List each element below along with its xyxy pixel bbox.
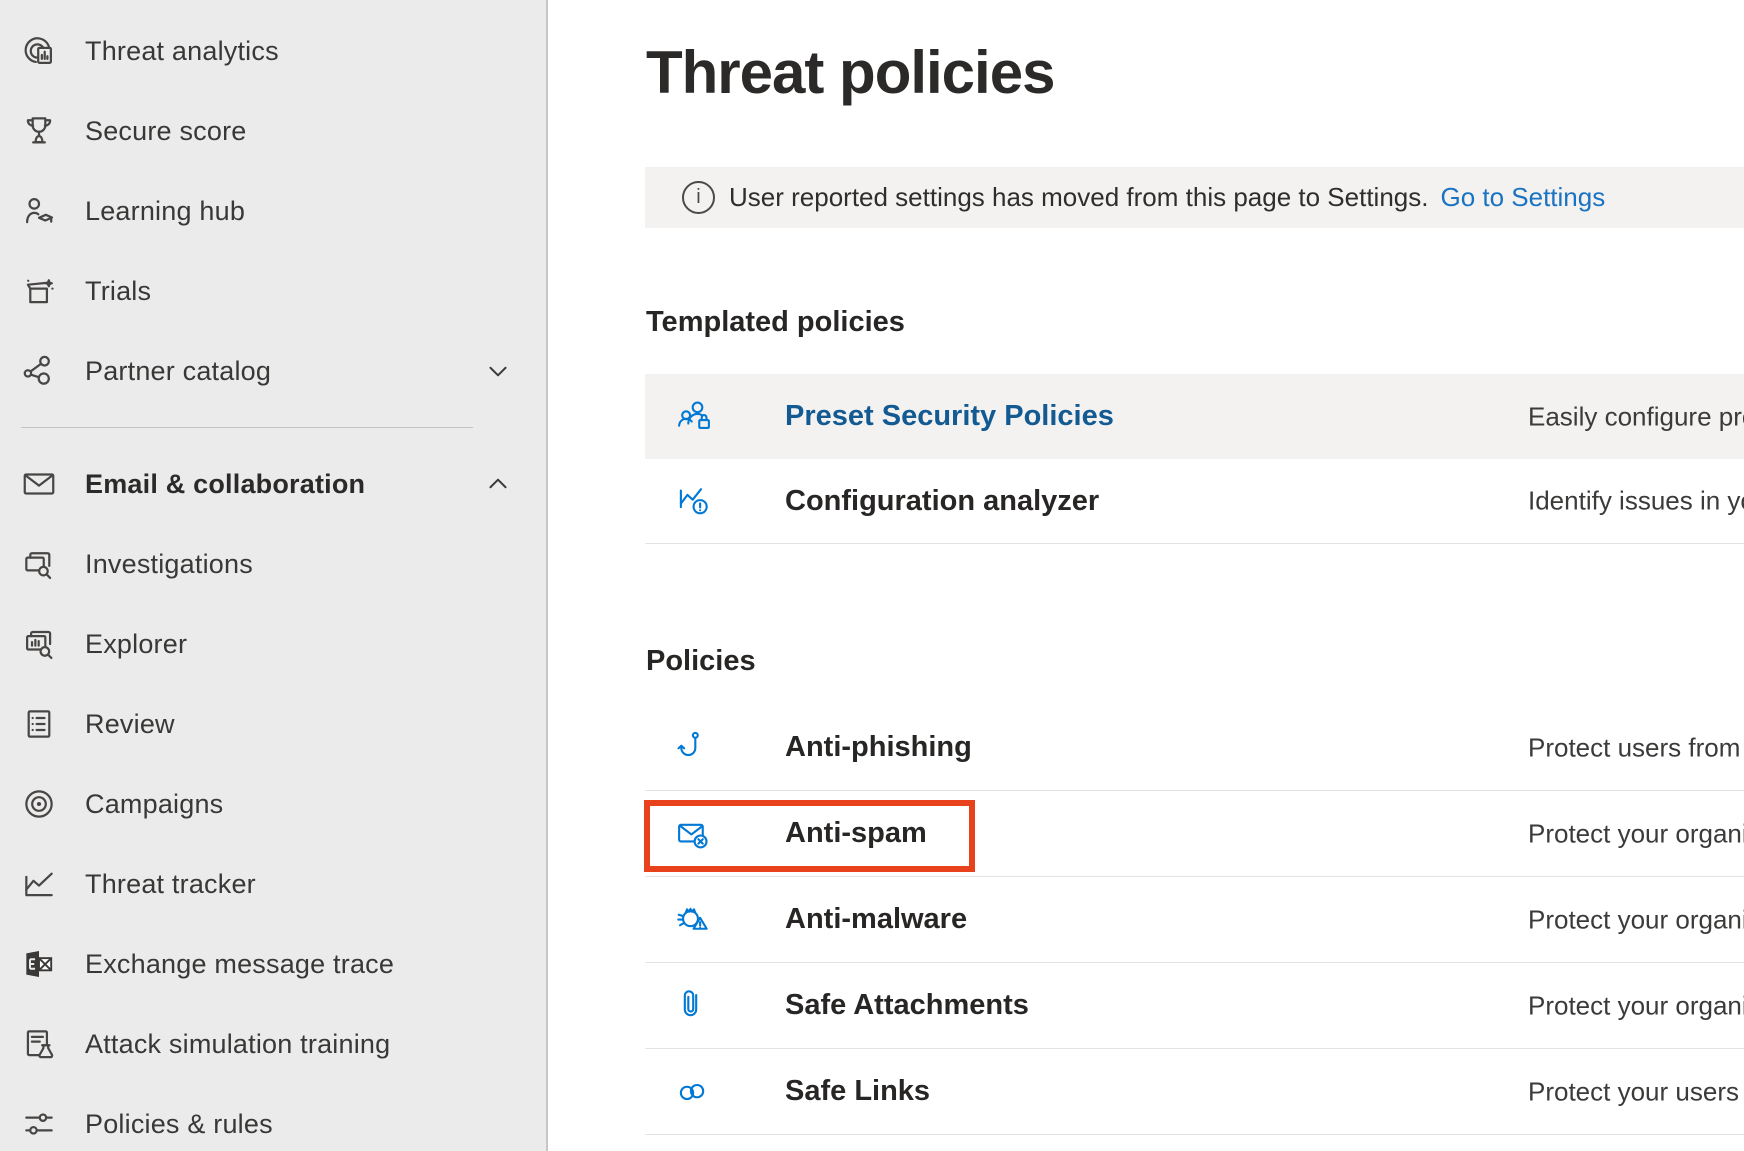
row-description: Easily configure prot [1528,401,1744,432]
sidebar-item-label: Investigations [85,549,253,580]
policies-rules-icon [20,1105,58,1143]
investigations-icon [20,545,58,583]
sidebar-item-label: Exchange message trace [85,949,394,980]
sidebar-item-label: Partner catalog [85,356,271,387]
safe-links-icon [673,1071,715,1113]
row-preset-security-policies[interactable]: Preset Security Policies Easily configur… [645,374,1744,459]
sidebar-item-threat-tracker[interactable]: Threat tracker [0,844,546,924]
sidebar-item-secure-score[interactable]: Secure score [0,91,546,171]
sidebar-item-label: Explorer [85,629,187,660]
exchange-icon [20,945,58,983]
row-anti-malware[interactable]: Anti-malware Protect your organiz [645,877,1744,963]
row-description: Protect your organiz [1528,904,1744,935]
sidebar-item-label: Policies & rules [85,1109,273,1140]
row-anti-spam[interactable]: Anti-spam Protect your organiz [645,791,1744,877]
learning-hub-icon [20,192,58,230]
info-banner: i User reported settings has moved from … [645,167,1744,228]
go-to-settings-link[interactable]: Go to Settings [1440,182,1605,213]
sidebar-item-threat-analytics[interactable]: Threat analytics [0,11,546,91]
row-description: Protect users from p [1528,732,1744,763]
row-anti-phishing[interactable]: Anti-phishing Protect users from p [645,705,1744,791]
templated-policies-list: Preset Security Policies Easily configur… [645,374,1744,544]
mail-icon [20,465,58,503]
threat-analytics-icon [20,32,58,70]
anti-spam-icon [673,813,715,855]
row-label[interactable]: Configuration analyzer [785,485,1099,518]
left-navigation: Threat analytics Secure score Learning h… [0,0,548,1151]
info-icon: i [682,181,715,214]
explorer-icon [20,625,58,663]
sidebar-item-label: Trials [85,276,151,307]
trophy-icon [20,112,58,150]
anti-phishing-icon [673,727,715,769]
sidebar-item-email-collaboration[interactable]: Email & collaboration [0,444,546,524]
sidebar-item-explorer[interactable]: Explorer [0,604,546,684]
sidebar-item-label: Threat analytics [85,36,279,67]
chevron-down-icon[interactable] [485,358,511,384]
sidebar-item-label: Review [85,709,175,740]
row-label[interactable]: Anti-spam [785,817,927,850]
campaigns-icon [20,785,58,823]
sidebar-divider [21,427,473,428]
review-icon [20,705,58,743]
chevron-up-icon[interactable] [485,471,511,497]
preset-security-policies-icon [673,396,715,438]
sidebar-item-label: Campaigns [85,789,223,820]
row-label[interactable]: Safe Links [785,1075,930,1108]
sidebar-item-attack-simulation-training[interactable]: Attack simulation training [0,1004,546,1084]
sidebar-item-label: Attack simulation training [85,1029,390,1060]
sidebar-item-label: Secure score [85,116,246,147]
trials-icon [20,272,58,310]
row-description: Protect your users fr [1528,1076,1744,1107]
section-heading-policies: Policies [646,645,756,678]
row-label[interactable]: Anti-malware [785,903,967,936]
threat-tracker-icon [20,865,58,903]
row-label[interactable]: Preset Security Policies [785,400,1114,433]
sidebar-item-campaigns[interactable]: Campaigns [0,764,546,844]
anti-malware-icon [673,899,715,941]
threat-policies-page: Threat analytics Secure score Learning h… [0,0,1744,1151]
partner-catalog-icon [20,352,58,390]
sidebar-item-trials[interactable]: Trials [0,251,546,331]
sidebar-item-exchange-message-trace[interactable]: Exchange message trace [0,924,546,1004]
row-description: Identify issues in you [1528,486,1744,517]
row-label[interactable]: Anti-phishing [785,731,972,764]
row-description: Protect your organiz [1528,990,1744,1021]
sidebar-item-label: Email & collaboration [85,469,365,500]
banner-text: User reported settings has moved from th… [729,182,1428,213]
sidebar-item-label: Threat tracker [85,869,256,900]
sidebar-item-learning-hub[interactable]: Learning hub [0,171,546,251]
row-safe-links[interactable]: Safe Links Protect your users fr [645,1049,1744,1135]
sidebar-item-label: Learning hub [85,196,245,227]
row-safe-attachments[interactable]: Safe Attachments Protect your organiz [645,963,1744,1049]
row-label[interactable]: Safe Attachments [785,989,1029,1022]
policies-list: Anti-phishing Protect users from p Anti-… [645,705,1744,1135]
sidebar-item-investigations[interactable]: Investigations [0,524,546,604]
row-description: Protect your organiz [1528,818,1744,849]
sidebar-item-review[interactable]: Review [0,684,546,764]
section-heading-templated-policies: Templated policies [646,306,905,339]
safe-attachments-icon [673,985,715,1027]
configuration-analyzer-icon [673,480,715,522]
row-configuration-analyzer[interactable]: Configuration analyzer Identify issues i… [645,459,1744,544]
page-title: Threat policies [646,38,1054,107]
sidebar-item-policies-rules[interactable]: Policies & rules [0,1084,546,1151]
attack-simulation-icon [20,1025,58,1063]
sidebar-item-partner-catalog[interactable]: Partner catalog [0,331,546,411]
